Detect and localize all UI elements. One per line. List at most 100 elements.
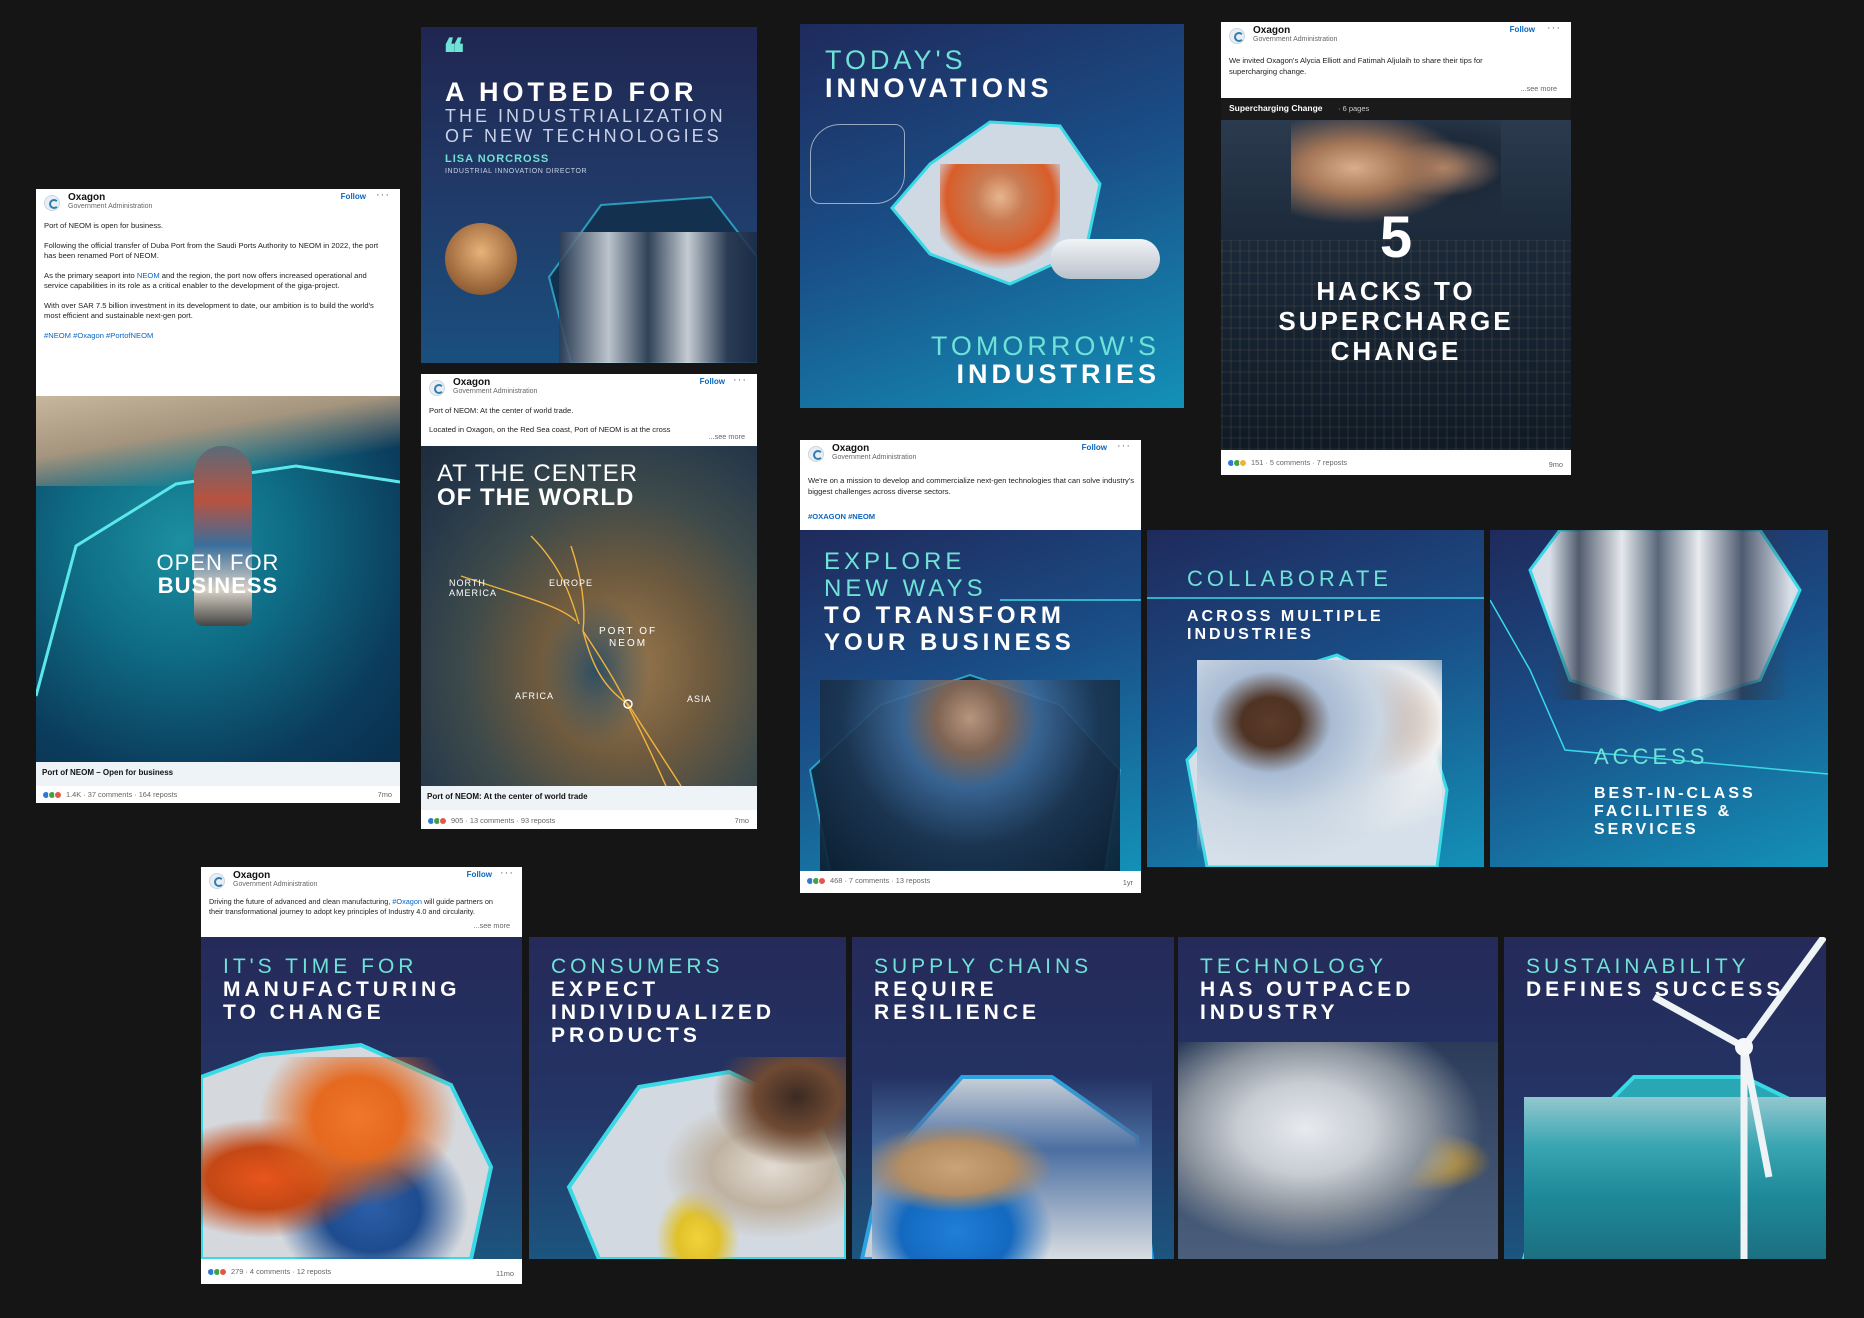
follow-button[interactable]: Follow — [467, 870, 492, 879]
wind-turbine-shape — [1652, 937, 1826, 1259]
post-header: Oxagon Government Administration Follow … — [201, 867, 522, 895]
colleagues-photo — [1197, 660, 1442, 867]
company-name[interactable]: Oxagon — [453, 377, 490, 388]
post-header: Oxagon Government Administration Follow … — [36, 189, 400, 217]
more-options-icon[interactable]: ··· — [376, 189, 390, 201]
more-options-icon[interactable]: ··· — [500, 867, 514, 879]
card-innovations: TODAY'S INNOVATIONS TOMORROW'S INDUSTRIE… — [800, 24, 1184, 408]
industries-headline: TOMORROW'S INDUSTRIES — [930, 331, 1160, 389]
post-body: We invited Oxagon's Alycia Elliott and F… — [1229, 56, 1483, 76]
hacks-headline: HACKS TO SUPERCHARGE CHANGE — [1278, 276, 1514, 366]
reactions-icon[interactable] — [207, 1268, 229, 1276]
see-more-link[interactable]: ...see more — [709, 432, 746, 441]
company-name[interactable]: Oxagon — [233, 870, 270, 881]
oxagon-logo-icon[interactable] — [1229, 28, 1245, 44]
post-body: Port of NEOM is open for business. Follo… — [44, 221, 392, 350]
post-image-map[interactable]: AT THE CENTER OF THE WORLD NORTH AMERICA… — [421, 446, 757, 786]
post-footer: 279 · 4 comments · 12 reposts 11mo — [201, 1262, 522, 1284]
card-hotbed: ❝ A HOTBED FOR THE INDUSTRIALIZATION OF … — [421, 27, 757, 363]
warehouse-robot-photo — [872, 1077, 1152, 1259]
neom-link[interactable]: NEOM — [137, 271, 160, 280]
image-headline: OPEN FOR BUSINESS — [156, 550, 280, 598]
image-caption[interactable]: Port of NEOM: At the center of world tra… — [421, 786, 757, 810]
reactions-icon[interactable] — [1227, 459, 1249, 467]
oxagon-logo-icon[interactable] — [209, 873, 225, 889]
more-options-icon[interactable]: ··· — [1547, 22, 1561, 34]
shoppers-photo — [599, 1057, 846, 1259]
see-more-link[interactable]: ...see more — [1521, 84, 1558, 93]
post-body: Driving the future of advanced and clean… — [209, 897, 493, 916]
carousel-access[interactable]: ACCESS BEST-IN-CLASS FACILITIES & SERVIC… — [1490, 530, 1828, 867]
engagement-stats[interactable]: 468 · 7 comments · 13 reposts — [830, 876, 930, 885]
carousel-technology[interactable]: TECHNOLOGY HAS OUTPACED INDUSTRY — [1178, 937, 1498, 1259]
document-title[interactable]: Supercharging Change — [1229, 103, 1323, 113]
post-supercharging-change: Oxagon Government Administration Follow … — [1221, 22, 1571, 475]
oxagon-logo-icon[interactable] — [44, 195, 60, 211]
company-category: Government Administration — [453, 388, 538, 395]
post-header: Oxagon Government Administration Follow … — [800, 440, 1141, 468]
company-name[interactable]: Oxagon — [1253, 25, 1290, 36]
follow-button[interactable]: Follow — [341, 192, 366, 201]
hashtags[interactable]: #OXAGON #NEOM — [808, 512, 875, 521]
document-title-bar: Supercharging Change · 6 pages — [1221, 98, 1571, 120]
reactions-icon[interactable] — [42, 791, 64, 799]
follow-button[interactable]: Follow — [700, 377, 725, 386]
post-footer: 468 · 7 comments · 13 reposts 1yr — [800, 871, 1141, 893]
reactions-icon[interactable] — [427, 817, 449, 825]
post-center-of-world: Oxagon Government Administration Follow … — [421, 374, 757, 829]
engagement-stats[interactable]: 1.4K · 37 comments · 164 reposts — [66, 790, 177, 799]
oxagon-logo-icon[interactable] — [808, 446, 824, 462]
man-with-tablet-photo — [820, 680, 1120, 871]
label-europe: EUROPE — [549, 578, 594, 588]
engagement-stats[interactable]: 279 · 4 comments · 12 reposts — [231, 1267, 331, 1276]
oxagon-hashtag-link[interactable]: #Oxagon — [392, 897, 422, 906]
label-asia: ASIA — [687, 694, 712, 704]
carousel-supply-chains[interactable]: SUPPLY CHAINS REQUIRE RESILIENCE — [852, 937, 1174, 1259]
post-image-port[interactable]: OPEN FOR BUSINESS — [36, 396, 400, 762]
company-name[interactable]: Oxagon — [832, 443, 869, 454]
post-image-manufacturing[interactable]: IT'S TIME FOR MANUFACTURING TO CHANGE — [201, 937, 522, 1259]
carousel-consumers[interactable]: CONSUMERS EXPECT INDIVIDUALIZED PRODUCTS — [529, 937, 846, 1259]
post-footer: 905 · 13 comments · 93 reposts 7mo — [421, 813, 757, 829]
document-pages: · 6 pages — [1338, 104, 1370, 113]
see-more-link[interactable]: ...see more — [474, 921, 511, 930]
vr-woman-photo — [940, 164, 1060, 274]
engagement-stats[interactable]: 151 · 5 comments · 7 reposts — [1251, 458, 1347, 467]
label-port-of-neom: PORT OF NEOM — [599, 626, 658, 649]
post-footer: 1.4K · 37 comments · 164 reposts 7mo — [36, 787, 400, 803]
engagement-stats[interactable]: 905 · 13 comments · 93 reposts — [451, 816, 555, 825]
big-number: 5 — [1379, 205, 1413, 270]
post-explore-new-ways: Oxagon Government Administration Follow … — [800, 440, 1141, 893]
label-north-america: NORTH AMERICA — [449, 578, 498, 598]
company-category: Government Administration — [233, 881, 318, 888]
company-name[interactable]: Oxagon — [68, 192, 105, 203]
access-subhead: BEST-IN-CLASS FACILITIES & SERVICES — [1594, 785, 1756, 838]
more-options-icon[interactable]: ··· — [733, 374, 747, 386]
oxagon-logo-icon[interactable] — [429, 380, 445, 396]
follow-button[interactable]: Follow — [1082, 443, 1107, 452]
post-header: Oxagon Government Administration Follow … — [1221, 22, 1571, 50]
post-paragraph: As the primary seaport into NEOM and the… — [44, 270, 367, 291]
post-paragraph: Following the official transfer of Duba … — [44, 240, 379, 261]
follow-button[interactable]: Follow — [1510, 25, 1535, 34]
hashtags[interactable]: #NEOM #Oxagon #PortofNEOM — [44, 331, 392, 342]
document-cover[interactable]: 5 HACKS TO SUPERCHARGE CHANGE — [1221, 120, 1571, 450]
post-image-explore[interactable]: EXPLORE NEW WAYS TO TRANSFORM YOUR BUSIN… — [800, 530, 1141, 871]
post-age: 11mo — [496, 1269, 514, 1278]
reactions-icon[interactable] — [806, 877, 828, 885]
drone-illustration — [810, 124, 905, 204]
company-category: Government Administration — [1253, 36, 1338, 43]
image-caption[interactable]: Port of NEOM – Open for business — [36, 762, 400, 786]
post-age: 1yr — [1122, 878, 1133, 887]
lab-scientists-photo — [1550, 530, 1790, 700]
post-open-for-business: Oxagon Government Administration Follow … — [36, 189, 400, 803]
post-paragraph: With over SAR 7.5 billion investment in … — [44, 300, 374, 321]
technology-headline: TECHNOLOGY HAS OUTPACED INDUSTRY — [1200, 955, 1415, 1024]
carousel-sustainability[interactable]: SUSTAINABILITY DEFINES SUCCESS — [1504, 937, 1826, 1259]
carousel-collaborate[interactable]: COLLABORATE ACROSS MULTIPLE INDUSTRIES — [1147, 530, 1484, 867]
lab-scientists-photo — [559, 232, 757, 363]
industrial-robot-photo — [1178, 1042, 1498, 1259]
more-options-icon[interactable]: ··· — [1117, 440, 1131, 452]
access-headline: ACCESS — [1594, 744, 1709, 769]
company-category: Government Administration — [68, 203, 153, 210]
